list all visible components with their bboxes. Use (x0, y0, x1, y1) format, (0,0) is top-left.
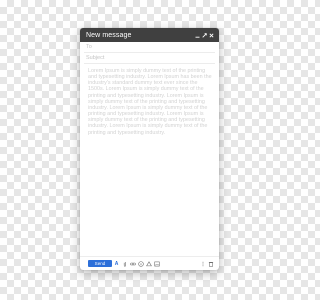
close-icon[interactable] (208, 30, 214, 40)
compose-titlebar: New message (80, 28, 219, 42)
to-field[interactable]: To (84, 42, 215, 53)
subject-field[interactable]: Subject (84, 53, 215, 64)
more-icon[interactable] (199, 260, 206, 267)
drive-icon[interactable] (145, 260, 152, 267)
compose-title: New message (86, 31, 132, 39)
link-icon[interactable] (129, 260, 136, 267)
compose-toolbar: Send A (80, 256, 219, 270)
expand-icon[interactable] (201, 30, 207, 40)
send-button[interactable]: Send (88, 260, 112, 267)
attach-icon[interactable] (121, 260, 128, 267)
photo-icon[interactable] (153, 260, 160, 267)
trash-icon[interactable] (207, 260, 214, 267)
emoji-icon[interactable] (137, 260, 144, 267)
compose-window: New message To Subject Lorem Ipsum is si… (80, 28, 219, 270)
minimize-icon[interactable] (194, 30, 200, 40)
message-body[interactable]: Lorem Ipsum is simply dummy text of the … (88, 68, 213, 200)
format-icon[interactable]: A (113, 260, 120, 267)
